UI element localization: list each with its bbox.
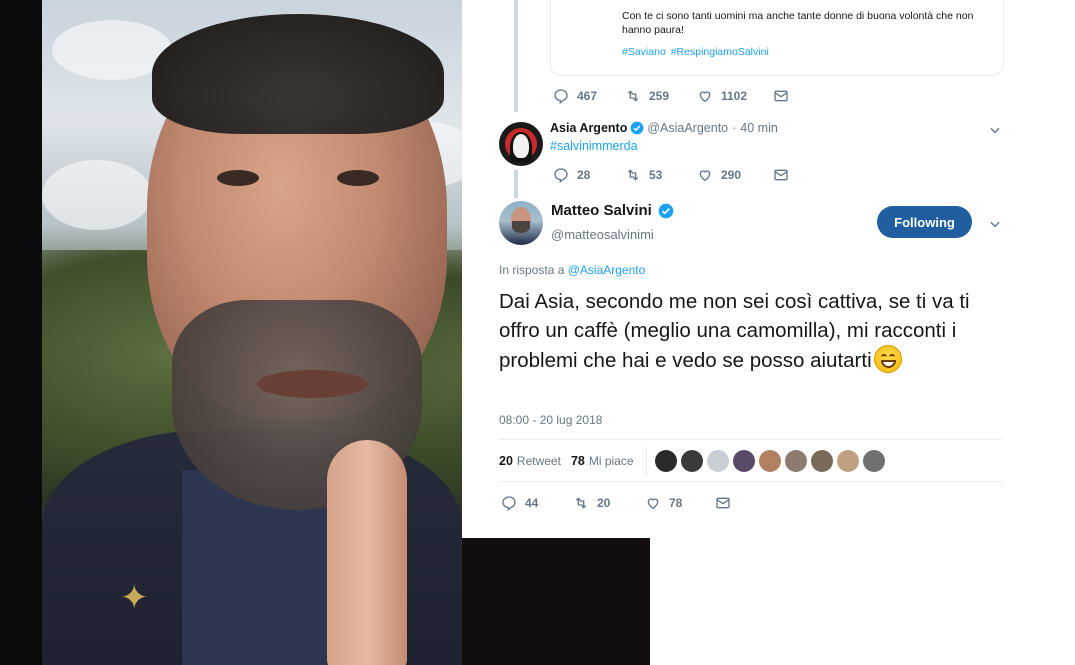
- author-handle[interactable]: @AsiaArgento: [647, 121, 728, 135]
- like-stat-count: 78: [570, 453, 585, 468]
- hair: [152, 14, 444, 134]
- like-button[interactable]: 1102: [697, 88, 773, 104]
- stats-divider: [645, 446, 647, 475]
- reply-count: 44: [525, 496, 539, 510]
- dark-strip: [462, 538, 650, 665]
- tweet-stats: 20 Retweet 78 Mi piace: [499, 439, 1002, 482]
- quoted-tweet-text: Con te ci sono tanti uomini ma anche tan…: [622, 10, 974, 36]
- liker-avatar[interactable]: [732, 449, 755, 472]
- reply-icon: [554, 168, 568, 183]
- author-name-row: Matteo Salvini: [551, 202, 677, 219]
- like-stat-label: Mi piace: [588, 453, 634, 468]
- reply-button[interactable]: 28: [553, 167, 625, 183]
- tweet-panel: Con te ci sono tanti uomini ma anche tan…: [462, 0, 1030, 538]
- liker-avatar[interactable]: [836, 449, 859, 472]
- separator-dot: ·: [732, 121, 737, 135]
- reply-target-link[interactable]: @AsiaArgento: [568, 263, 646, 277]
- thread-line: [514, 0, 518, 112]
- thumb: [327, 440, 407, 665]
- message-icon: [774, 169, 788, 181]
- retweet-button[interactable]: 53: [625, 167, 697, 183]
- liker-avatars: [654, 449, 889, 472]
- retweet-button[interactable]: 20: [573, 495, 645, 511]
- like-button[interactable]: 290: [697, 167, 773, 183]
- video-frame[interactable]: ✦: [42, 0, 462, 665]
- cloud: [42, 160, 152, 230]
- reply-tweet-header: Asia Argento @AsiaArgento · 40 min: [550, 121, 778, 135]
- reply-icon: [502, 496, 516, 511]
- author-handle[interactable]: @matteosalvinimi: [551, 227, 654, 242]
- lapel-pin-icon: ✦: [120, 579, 149, 617]
- reply-button[interactable]: 44: [501, 495, 573, 511]
- retweet-count: 20: [597, 496, 611, 510]
- verified-icon: [630, 121, 644, 135]
- avatar-beard: [512, 221, 530, 233]
- quoted-tweet-card[interactable]: Con te ci sono tanti uomini ma anche tan…: [550, 0, 1004, 76]
- chevron-down-icon[interactable]: [988, 217, 1002, 231]
- like-stat[interactable]: 78 Mi piace: [571, 454, 634, 468]
- reply-tweet-text[interactable]: #salvinimmerda: [550, 139, 638, 153]
- following-button[interactable]: Following: [877, 206, 972, 238]
- like-count: 1102: [721, 89, 748, 103]
- retweet-button[interactable]: 259: [625, 88, 697, 104]
- eye: [337, 170, 379, 186]
- like-count: 78: [669, 496, 683, 510]
- retweet-stat-label: Retweet: [516, 453, 561, 468]
- reply-prefix: In risposta a: [499, 263, 565, 277]
- retweet-stat-count: 20: [499, 453, 513, 468]
- reply-count: 467: [577, 89, 598, 103]
- mouth: [257, 370, 367, 398]
- retweet-icon: [627, 90, 639, 102]
- message-icon: [716, 497, 730, 509]
- verified-icon: [658, 203, 674, 218]
- like-button[interactable]: 78: [645, 495, 715, 511]
- thread-line: [514, 170, 518, 198]
- retweet-icon: [627, 169, 639, 181]
- liker-avatar[interactable]: [654, 449, 677, 472]
- message-button[interactable]: [773, 167, 797, 183]
- retweet-count: 259: [649, 89, 670, 103]
- chevron-down-icon[interactable]: [988, 123, 1002, 137]
- like-icon: [647, 498, 659, 510]
- retweet-stat[interactable]: 20 Retweet: [499, 454, 561, 468]
- retweet-count: 53: [649, 168, 663, 182]
- liker-avatar[interactable]: [784, 449, 807, 472]
- avatar[interactable]: [499, 201, 543, 245]
- like-icon: [699, 170, 711, 182]
- reply-tweet-actions: 28 53 290: [553, 167, 797, 183]
- tweet-time[interactable]: 40 min: [740, 121, 778, 135]
- reply-icon: [554, 89, 568, 104]
- liker-avatar[interactable]: [758, 449, 781, 472]
- message-button[interactable]: [773, 88, 797, 104]
- retweet-icon: [575, 497, 587, 509]
- author-name[interactable]: Matteo Salvini: [551, 202, 652, 219]
- grinning-emoji-icon: [873, 345, 902, 373]
- liker-avatar[interactable]: [706, 449, 729, 472]
- liker-avatar[interactable]: [680, 449, 703, 472]
- tweet-text: Dai Asia, secondo me non sei così cattiv…: [499, 287, 1009, 375]
- message-button[interactable]: [715, 495, 739, 511]
- reply-count: 28: [577, 168, 591, 182]
- reply-button[interactable]: 467: [553, 88, 625, 104]
- eye: [217, 170, 259, 186]
- quoted-tweet-actions: 467 259 1102: [553, 88, 797, 104]
- author-name[interactable]: Asia Argento: [550, 121, 627, 135]
- like-count: 290: [721, 168, 742, 182]
- liker-avatar[interactable]: [862, 449, 885, 472]
- tweet-timestamp[interactable]: 08:00 - 20 lug 2018: [499, 413, 602, 427]
- avatar-face: [513, 134, 529, 158]
- quoted-tweet-hashtags: #Saviano #RespingiamoSalvini: [622, 45, 989, 59]
- main-tweet-actions: 44 20 78: [501, 495, 739, 511]
- message-icon: [774, 90, 788, 102]
- liker-avatar[interactable]: [810, 449, 833, 472]
- hashtag-link[interactable]: #RespingiamoSalvini: [671, 46, 769, 58]
- like-icon: [699, 91, 711, 103]
- avatar[interactable]: [499, 122, 543, 166]
- reply-context: In risposta a @AsiaArgento: [499, 263, 645, 277]
- hashtag-link[interactable]: #Saviano: [622, 46, 666, 58]
